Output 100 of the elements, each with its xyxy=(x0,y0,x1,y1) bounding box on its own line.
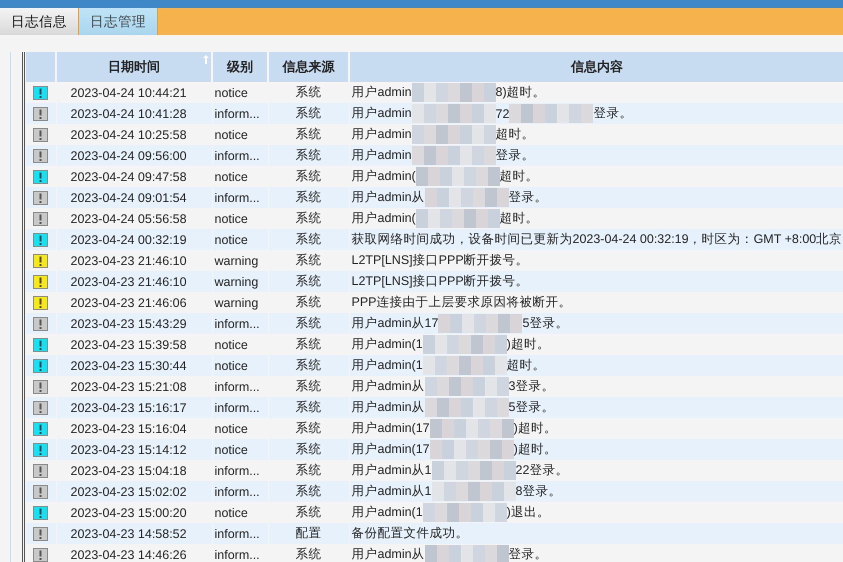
message-text: 用户admin从 xyxy=(352,378,425,395)
datetime-text: 2023-04-24 10:25:58 xyxy=(70,128,187,142)
source-text: 系统 xyxy=(296,106,322,120)
datetime-text: 2023-04-23 15:02:02 xyxy=(70,484,187,498)
source-text: 系统 xyxy=(296,211,322,225)
datetime-text: 2023-04-23 21:46:06 xyxy=(70,296,187,310)
datetime-text: 2023-04-24 09:47:58 xyxy=(70,170,187,184)
source-text: 系统 xyxy=(296,85,322,99)
datetime-text: 2023-04-23 15:21:08 xyxy=(70,380,187,394)
source-text: 系统 xyxy=(296,127,322,141)
message-text: 登录。 xyxy=(593,105,632,122)
source-text: 系统 xyxy=(296,463,322,477)
level-text: inform... xyxy=(214,316,260,330)
message-text: 超时。 xyxy=(506,357,546,374)
source-text: 系统 xyxy=(296,505,322,519)
datetime-text: 2023-04-23 21:46:10 xyxy=(70,254,187,268)
level-text: notice xyxy=(214,338,248,352)
tab[interactable]: 日志管理 xyxy=(79,8,158,35)
datetime-text: 2023-04-24 10:41:28 xyxy=(70,106,187,120)
message-text: L2TP[LNS]接口PPP断开拨号。 xyxy=(352,252,529,269)
message-text: 超时。 xyxy=(500,210,539,227)
level-text: notice xyxy=(214,422,248,436)
source-text: 配置 xyxy=(296,526,322,540)
message-text: 3登录。 xyxy=(508,378,554,395)
column-header[interactable]: 信息来源 xyxy=(268,52,349,82)
message-text: 登录。 xyxy=(508,546,548,562)
message-text: 用户admin xyxy=(352,105,412,122)
level-text: warning xyxy=(214,296,258,310)
message-text: 超时。 xyxy=(500,168,539,185)
message-text: 8登录。 xyxy=(516,483,562,500)
tab[interactable]: 日志信息 xyxy=(0,8,79,35)
level-text: inform... xyxy=(214,106,260,120)
level-text: inform... xyxy=(214,190,260,204)
message-text: )退出。 xyxy=(506,504,550,521)
message-text: 获取网络时间成功，设备时间已更新为2023-04-24 00:32:19，时区为：GMT +8:00北京 xyxy=(352,231,842,248)
source-text: 系统 xyxy=(296,484,322,498)
message-text: )超时。 xyxy=(514,420,557,437)
source-text: 系统 xyxy=(296,316,322,330)
source-text: 系统 xyxy=(296,190,322,204)
message-text: 用户admin(17 xyxy=(352,420,430,437)
message-text: 用户admin(17 xyxy=(352,441,430,458)
column-header[interactable]: 级别 xyxy=(212,52,268,82)
source-text: 系统 xyxy=(296,232,322,246)
message-text: 用户admin从 xyxy=(352,399,425,416)
column-header[interactable]: 日期时间 xyxy=(56,52,212,82)
message-text: 用户admin(1 xyxy=(352,336,423,353)
message-text: 登录。 xyxy=(496,147,535,164)
level-text: inform... xyxy=(214,380,260,394)
datetime-text: 2023-04-23 15:39:58 xyxy=(70,338,187,352)
message-text: 用户admin(1 xyxy=(352,504,423,521)
message-text: 用户admin xyxy=(352,147,412,164)
message-text: 用户admin从17 xyxy=(352,315,438,332)
message-text: 用户admin xyxy=(352,126,412,143)
datetime-text: 2023-04-23 15:04:18 xyxy=(70,464,187,478)
level-text: notice xyxy=(214,232,248,246)
level-text: notice xyxy=(214,128,248,142)
datetime-text: 2023-04-24 00:32:19 xyxy=(70,232,187,246)
message-text: )超时。 xyxy=(506,336,550,353)
source-text: 系统 xyxy=(296,169,322,183)
message-text: L2TP[LNS]接口PPP断开拨号。 xyxy=(352,273,529,290)
level-text: notice xyxy=(214,212,248,226)
message-text: 用户admin从 xyxy=(352,546,425,562)
message-text: 用户admin( xyxy=(352,168,416,185)
source-text: 系统 xyxy=(296,379,322,393)
message-text: )超时。 xyxy=(514,441,557,458)
level-text: inform... xyxy=(214,526,260,540)
datetime-text: 2023-04-23 15:00:20 xyxy=(70,506,187,520)
level-text: inform... xyxy=(214,548,260,562)
message-text: 22登录。 xyxy=(516,462,568,479)
datetime-text: 2023-04-24 10:44:21 xyxy=(70,86,187,100)
message-text: PPP连接由于上层要求原因将被断开。 xyxy=(352,294,572,311)
datetime-text: 2023-04-24 09:01:54 xyxy=(70,190,187,204)
datetime-text: 2023-04-23 14:46:26 xyxy=(70,548,187,562)
source-text: 系统 xyxy=(296,274,322,288)
message-text: 用户admin从1 xyxy=(352,462,432,479)
message-text: 用户admin从 xyxy=(352,189,425,206)
datetime-text: 2023-04-23 14:58:52 xyxy=(70,526,187,540)
source-text: 系统 xyxy=(296,400,322,414)
source-text: 系统 xyxy=(296,547,322,561)
datetime-text: 2023-04-23 15:16:04 xyxy=(70,422,187,436)
level-text: notice xyxy=(214,358,248,372)
message-text: 5登录。 xyxy=(522,315,568,332)
datetime-text: 2023-04-23 21:46:10 xyxy=(70,274,187,288)
message-text: 用户admin xyxy=(352,84,412,101)
message-text: 8)超时。 xyxy=(496,84,546,101)
level-text: inform... xyxy=(214,400,260,414)
datetime-text: 2023-04-23 15:30:44 xyxy=(70,358,187,372)
message-text: 72 xyxy=(496,106,510,120)
datetime-text: 2023-04-23 15:14:12 xyxy=(70,442,187,456)
datetime-text: 2023-04-24 05:56:58 xyxy=(70,212,187,226)
message-text: 用户admin从1 xyxy=(352,483,432,500)
message-text: 用户admin( xyxy=(352,210,416,227)
message-text: 备份配置文件成功。 xyxy=(352,525,468,542)
level-text: inform... xyxy=(214,148,260,162)
level-text: notice xyxy=(214,442,248,456)
source-text: 系统 xyxy=(296,442,322,456)
source-text: 系统 xyxy=(296,358,322,372)
level-text: inform... xyxy=(214,484,260,498)
column-header[interactable]: 信息内容 xyxy=(349,52,843,82)
level-text: inform... xyxy=(214,464,260,478)
